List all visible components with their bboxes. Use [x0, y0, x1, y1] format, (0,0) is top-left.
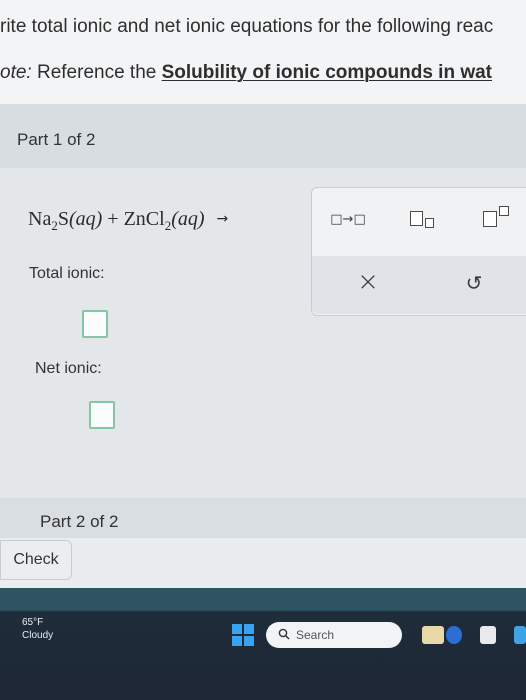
undo-icon[interactable]: ↺ — [462, 270, 486, 296]
note-text: Reference the — [31, 62, 162, 83]
clear-icon[interactable]: × — [356, 267, 380, 297]
check-button[interactable]: Check — [0, 540, 72, 580]
file-explorer-icon[interactable] — [422, 626, 444, 644]
palette-action-row: × ↺ — [312, 256, 526, 314]
total-ionic-label: Total ionic: — [29, 265, 105, 282]
subscript-button[interactable] — [404, 206, 440, 230]
app-icon-edge[interactable] — [514, 626, 526, 644]
reaction-arrow: → — [216, 211, 229, 227]
solubility-link[interactable]: Solubility of ionic compounds in wat — [162, 62, 492, 83]
reaction-arrow-button[interactable]: □→□ — [326, 208, 370, 230]
reactant2-formula: ZnCl — [123, 208, 165, 230]
total-ionic-input[interactable] — [82, 310, 108, 338]
app-icon[interactable] — [480, 626, 496, 644]
reactant1-state: (aq) — [68, 208, 103, 230]
part1-header: Part 1 of 2 — [0, 104, 526, 168]
note-line: ote: Reference the Solubility of ionic c… — [0, 62, 492, 84]
search-placeholder: Search — [296, 628, 335, 642]
windows-start-icon[interactable] — [232, 624, 254, 646]
reactant1-formula: Na — [28, 208, 52, 230]
weather-widget[interactable]: 65°F Cloudy — [22, 616, 53, 642]
part2-header[interactable]: Part 2 of 2 — [0, 498, 526, 538]
plus-sign: + — [102, 208, 124, 230]
net-ionic-input[interactable] — [89, 401, 115, 429]
weather-temperature: 65°F — [22, 617, 44, 628]
reactant2-state: (aq) — [171, 208, 205, 230]
taskbar-search[interactable]: Search — [266, 622, 402, 648]
windows-taskbar — [0, 588, 526, 700]
superscript-button[interactable] — [474, 202, 518, 228]
net-ionic-label: Net ionic: — [35, 360, 102, 377]
reactant1-anion: S — [57, 208, 69, 230]
subscript-base-icon — [410, 210, 423, 226]
superscript-base-icon — [483, 211, 497, 227]
part2-title: Part 2 of 2 — [40, 512, 119, 531]
superscript-small-icon — [499, 206, 509, 216]
instructions-area: rite total ionic and net ionic equations… — [0, 0, 526, 104]
instruction-line: rite total ionic and net ionic equations… — [0, 16, 494, 37]
note-label: ote: — [0, 62, 32, 83]
weather-condition: Cloudy — [22, 630, 54, 641]
subscript-small-icon — [425, 217, 434, 228]
equation-palette: □→□ × ↺ — [311, 187, 526, 316]
reaction-equation: Na2S(aq) + ZnCl2(aq) → — [28, 208, 228, 234]
part1-title: Part 1 of 2 — [17, 130, 96, 149]
search-icon — [278, 628, 290, 643]
browser-icon[interactable] — [446, 626, 462, 644]
